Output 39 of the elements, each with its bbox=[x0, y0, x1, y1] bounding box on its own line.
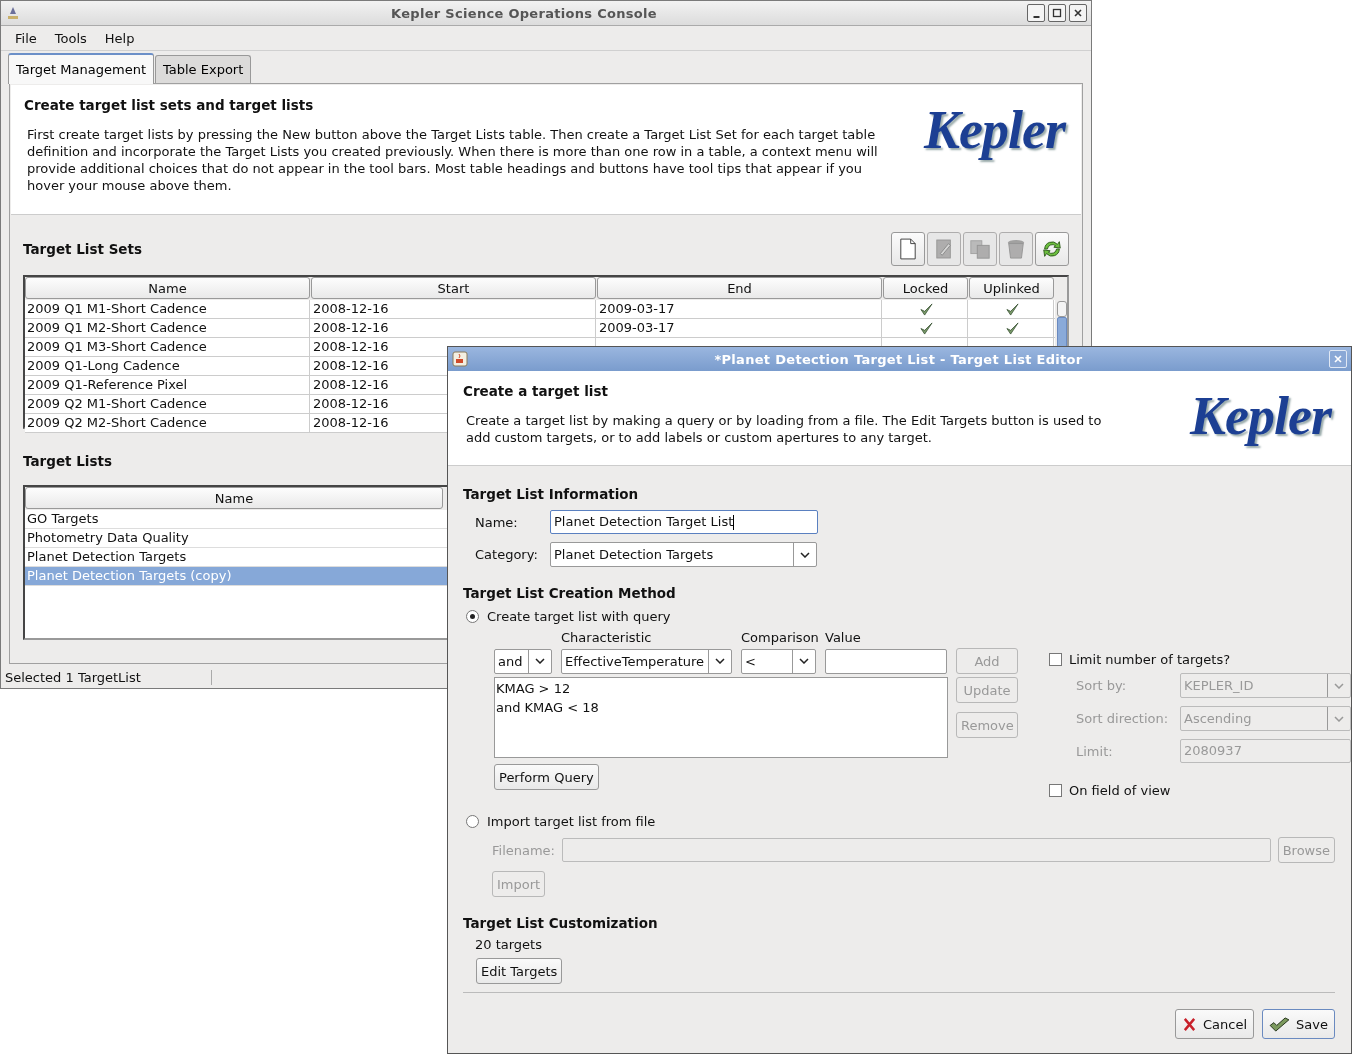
window-title: *Planet Detection Target List - Target List Editor bbox=[713, 351, 1084, 367]
field-label: Name: bbox=[475, 514, 519, 530]
section-title: Target List Sets bbox=[23, 241, 142, 257]
column-label: Comparison bbox=[741, 630, 816, 645]
table-cell: 2009 Q1 M2-Short Cadence bbox=[25, 319, 310, 337]
field-label: Filename: bbox=[492, 842, 555, 858]
column-label: Characteristic bbox=[561, 630, 653, 645]
radio-label: Import target list from file bbox=[487, 814, 656, 829]
target-count: 20 targets bbox=[474, 937, 542, 952]
section-title: Target List Creation Method bbox=[463, 585, 676, 601]
table-cell: 2009 Q1-Reference Pixel bbox=[25, 376, 310, 394]
table-cell: 2009 Q2 M2-Short Cadence bbox=[25, 414, 310, 432]
query-line: and KMAG < 18 bbox=[496, 699, 600, 717]
kepler-logo: Kepler bbox=[1190, 385, 1331, 447]
checkbox-label: Limit number of targets? bbox=[1069, 652, 1231, 667]
table-cell: 2009 Q1-Long Cadence bbox=[25, 357, 310, 375]
window-title: Kepler Science Operations Console bbox=[390, 5, 658, 21]
table-cell: 2008-12-16 bbox=[311, 300, 596, 318]
section-title: Create target list sets and target lists bbox=[24, 97, 315, 113]
checkbox-label: On field of view bbox=[1069, 783, 1171, 798]
table-cell: 2009-03-17 bbox=[599, 320, 675, 335]
field-label: Category: bbox=[475, 547, 539, 562]
section-title: Target List Information bbox=[463, 486, 639, 502]
column-label: Value bbox=[825, 630, 862, 645]
radio-label: Create target list with query bbox=[487, 609, 671, 624]
field-label: Sort by: bbox=[1076, 678, 1128, 693]
field-label: Limit: bbox=[1076, 743, 1114, 759]
description-text: First create target lists by pressing the New button above the Target Lists table. Then create a Target List Set for each target table definition and incorporate the Target Lists you created previously. When there is more than one row in a table, a context menu will provide additional choices that do not appear in the tool bars. Most table headings and buttons have tool tips that appear if you hover your mouse above them. bbox=[26, 126, 879, 194]
section-title: Target List Customization bbox=[463, 915, 658, 931]
table-cell: 2009 Q1 M1-Short Cadence bbox=[25, 300, 310, 318]
table-cell: 2008-12-16 bbox=[311, 319, 596, 337]
table-cell: 2009 Q1 M3-Short Cadence bbox=[25, 338, 310, 356]
field-label: Sort direction: bbox=[1076, 711, 1170, 726]
kepler-logo: Kepler bbox=[924, 99, 1065, 161]
status-text: Selected 1 TargetList bbox=[5, 669, 212, 685]
table-cell: 2009-03-17 bbox=[599, 301, 675, 316]
query-line: KMAG > 12 bbox=[496, 680, 572, 698]
section-title: Target Lists bbox=[23, 453, 113, 469]
table-cell: 2009 Q2 M1-Short Cadence bbox=[25, 395, 310, 413]
